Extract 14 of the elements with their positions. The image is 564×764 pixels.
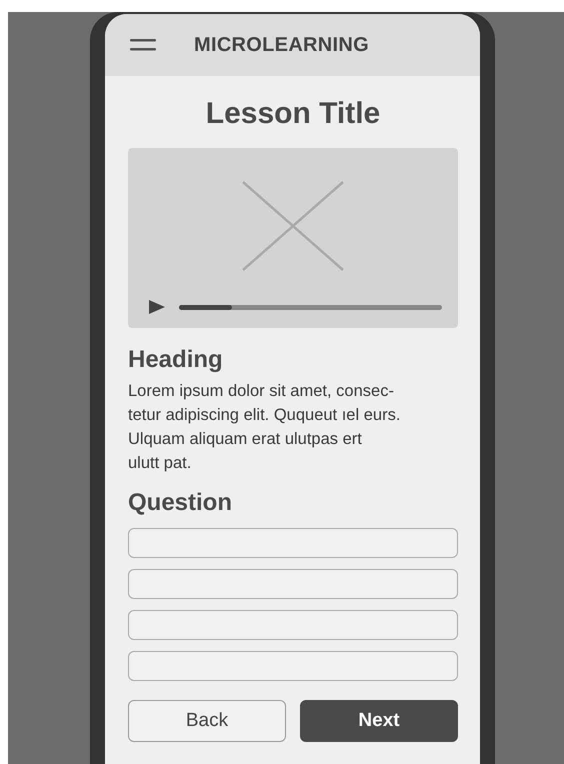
question-heading: Question [128,488,234,518]
app-title: MICROLEARNING [194,34,370,56]
answer-field[interactable] [128,651,458,681]
section-heading: Heading [128,345,224,375]
menu-icon[interactable] [130,39,156,51]
progress-track[interactable] [179,304,442,310]
play-icon[interactable] [149,300,165,314]
answer-field[interactable] [128,610,458,640]
lesson-title: Lesson Title [204,96,382,132]
body-text: Lorem ipsum dolor sit amet, consec- tetur adipiscing elit. Ququeut ıel eurs. Ulquam aliquam erat ulutpas ert ulutt pat. [128,381,402,474]
answer-field[interactable] [128,528,458,558]
back-button[interactable]: Back [128,700,286,742]
answer-field[interactable] [128,569,458,599]
next-button[interactable]: Next [300,700,458,742]
